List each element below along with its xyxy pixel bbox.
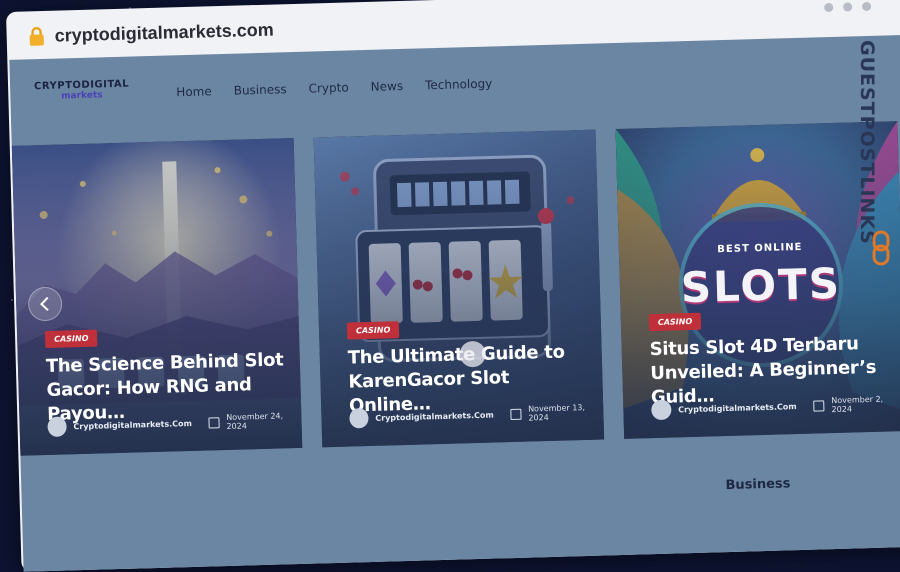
nav-business[interactable]: Business (234, 82, 287, 97)
calendar-icon (510, 408, 522, 420)
window-dot-3[interactable] (862, 1, 872, 12)
browser-window: cryptodigitalmarkets.com CRYPTODIGITAL m… (6, 0, 900, 572)
category-badge[interactable]: CASINO (346, 321, 400, 340)
post-author[interactable]: Cryptodigitalmarkets.Com (375, 410, 494, 422)
art-slots: SLOTS (680, 258, 842, 313)
nav-technology[interactable]: Technology (425, 76, 493, 92)
window-dot-2[interactable] (843, 2, 853, 12)
business-section-heading[interactable]: Business (725, 476, 790, 493)
post-card-1[interactable]: CASINO The Science Behind Slot Gacor: Ho… (11, 138, 303, 456)
category-badge[interactable]: CASINO (44, 329, 98, 349)
calendar-icon (208, 416, 220, 428)
author-avatar (651, 399, 672, 421)
author-avatar (47, 416, 67, 437)
chain-link-icon (872, 230, 890, 266)
post-author[interactable]: Cryptodigitalmarkets.Com (73, 418, 192, 430)
author-avatar (349, 408, 369, 429)
window-dot-1[interactable] (824, 2, 834, 13)
post-card-2[interactable]: CASINO The Ultimate Guide to KarenGacor … (313, 129, 605, 448)
window-controls (824, 1, 872, 13)
nav-crypto[interactable]: Crypto (308, 80, 348, 95)
main-nav: Home Business Crypto News Technology (176, 76, 492, 99)
address-bar-url[interactable]: cryptodigitalmarkets.com (54, 20, 274, 47)
calendar-icon (813, 399, 825, 412)
post-author[interactable]: Cryptodigitalmarkets.Com (678, 402, 797, 414)
category-badge[interactable]: CASINO (648, 312, 702, 332)
post-date: November 24, 2024 (226, 411, 284, 432)
lock-icon (29, 26, 44, 46)
guestpostlinks-watermark: GUESTPOSTLINKS (856, 40, 893, 280)
page-viewport: CRYPTODIGITAL markets Home Business Cryp… (9, 31, 900, 572)
nav-home[interactable]: Home (176, 84, 212, 99)
nav-news[interactable]: News (370, 79, 403, 94)
post-date: November 2, 2024 (831, 394, 884, 415)
watermark-text: GUESTPOSTLINKS (856, 40, 878, 245)
post-date: November 13, 2024 (528, 402, 586, 423)
site-logo[interactable]: CRYPTODIGITAL markets (34, 79, 130, 103)
